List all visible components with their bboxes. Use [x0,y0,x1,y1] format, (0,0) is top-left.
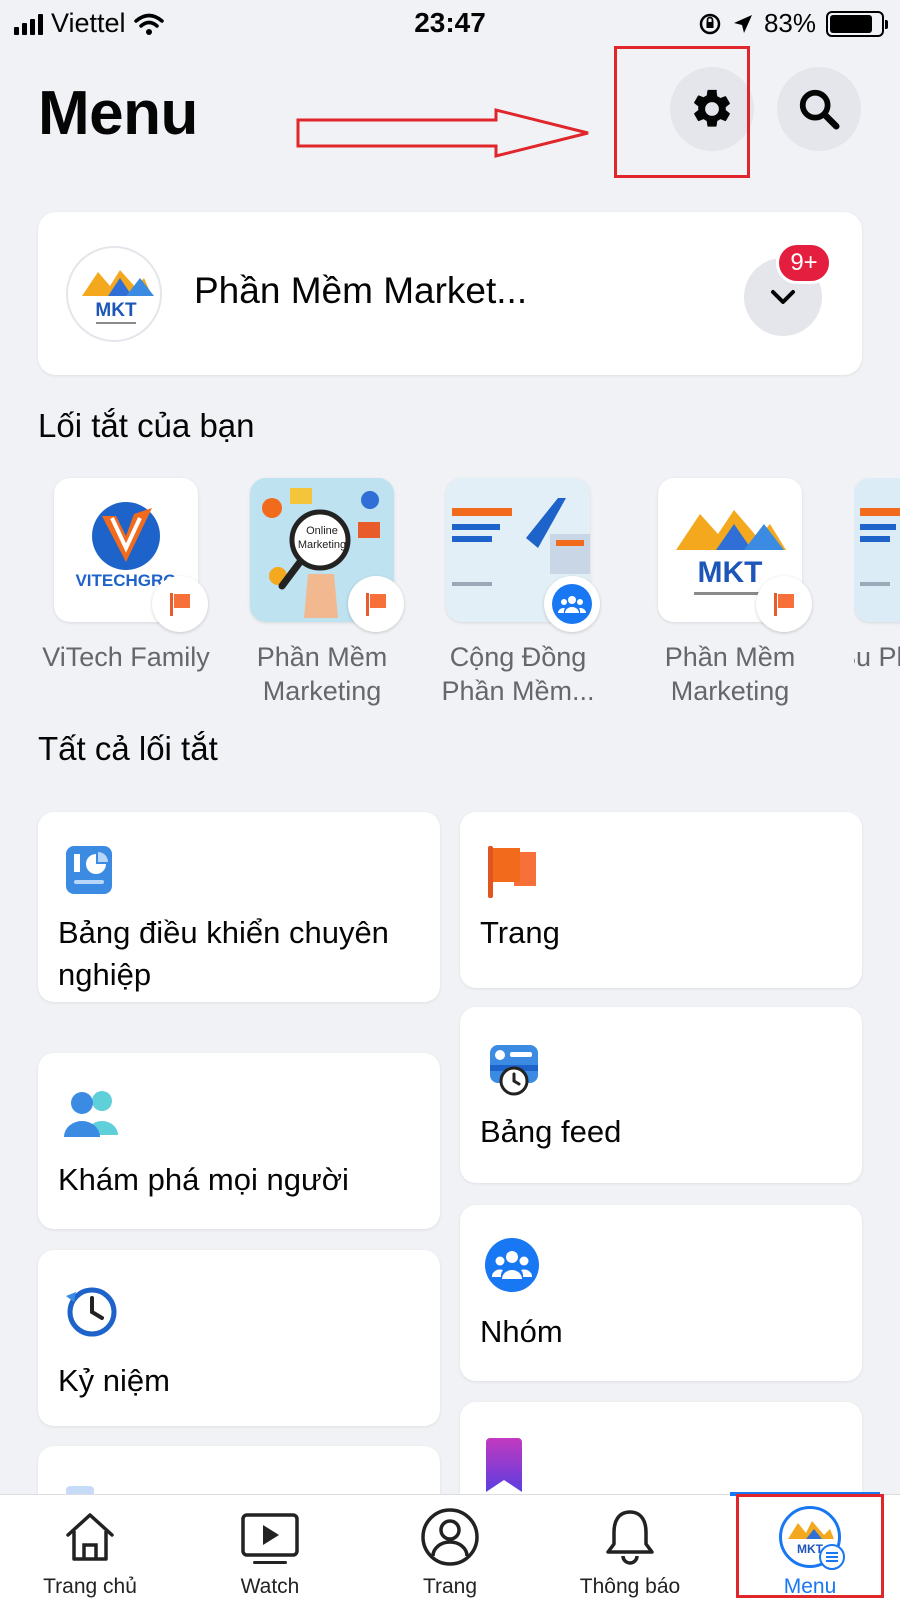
groups-icon [484,1237,540,1293]
card-professional-dashboard[interactable]: Bảng điều khiển chuyên nghiệp [38,812,440,1002]
shortcut-cong-dong[interactable]: Cộng Đồng Phần Mềm... [441,478,600,708]
battery-percent: 83% [763,8,816,38]
shortcut-label: Phần Mềm Marketing [664,642,796,706]
card-pages[interactable]: Trang [460,812,862,988]
tab-home[interactable]: Trang chủ [10,1505,170,1599]
tab-label: Watch [240,1575,300,1598]
card-discover-people[interactable]: Khám phá mọi người [38,1053,440,1229]
avatar[interactable]: MKT [66,246,162,342]
feed-icon [484,1039,540,1096]
menu-tab-highlight-box [736,1494,884,1598]
settings-highlight-box [614,46,750,178]
card-label: Kỷ niệm [58,1363,170,1398]
shortcut-label: Cộng Đồng Phần Mềm... [441,642,595,706]
memories-clock-icon [62,1282,118,1338]
people-icon [62,1087,118,1143]
group-badge [544,576,600,632]
flag-icon [366,593,386,616]
dashboard-icon [62,844,118,900]
shortcut-label: Phần Mềm Marketing [256,642,388,706]
bell-icon [606,1510,654,1565]
svg-text:MKT: MKT [95,300,137,321]
shortcuts-section-title: Lối tắt của bạn [38,407,255,444]
chevron-down-icon [771,290,795,304]
home-icon [66,1513,114,1561]
flag-icon [170,593,190,616]
tab-watch[interactable]: Watch [190,1505,350,1599]
tab-label: Thông báo [579,1575,681,1598]
card-label: Trang [480,915,560,950]
tab-notifications[interactable]: Thông báo [550,1505,710,1599]
tab-label: Trang chủ [43,1575,137,1598]
card-feeds[interactable]: Bảng feed [460,1007,862,1183]
shortcut-partial-clip: Su Phầ [854,478,900,718]
flag-icon [484,844,540,900]
card-label: Khám phá mọi người [58,1162,349,1197]
all-shortcuts-title: Tất cả lối tắt [38,730,218,767]
card-label: Nhóm [480,1314,563,1349]
shortcut-partial-thumbnail[interactable] [854,478,900,622]
flag-icon [774,593,794,616]
profile-name[interactable]: Phần Mềm Market... [194,270,527,312]
shortcut-vitech-family[interactable]: VITECHGRO ViTech Family [42,478,210,674]
annotation-arrow [296,108,589,158]
tab-profile[interactable]: Trang [370,1505,530,1599]
mkt-logo-icon: MKT [82,270,154,324]
card-label: Bảng feed [480,1114,622,1149]
shortcut-label: Su Phầ [854,642,900,672]
location-icon [733,14,752,33]
status-bar: Viettel 23:47 83% [0,0,900,50]
group-icon [558,596,586,613]
shortcut-phan-mem-marketing[interactable]: Online Marketing Phần Mềm Marketing [250,478,404,708]
notification-count-badge: 9+ [776,242,832,284]
page-badge [348,576,404,632]
tile-caption: Online Marketing [297,525,347,551]
search-button[interactable] [777,67,861,151]
search-icon [799,89,840,130]
watch-icon [241,1513,299,1564]
community-banner-icon [860,508,900,586]
tab-label: Trang [422,1575,478,1598]
card-groups[interactable]: Nhóm [460,1205,862,1381]
card-memories[interactable]: Kỷ niệm [38,1250,440,1426]
profile-card[interactable]: MKT Phần Mềm Market... 9+ [38,212,862,375]
card-label: Bảng điều khiển chuyên nghiệp [58,915,389,992]
page-title: Menu [38,79,198,148]
shortcut-label: ViTech Family [42,642,210,672]
shortcut-phan-mem-marketing-2[interactable]: MKT Phần Mềm Marketing [658,478,812,708]
orientation-lock-icon [699,13,721,34]
profile-icon [421,1508,479,1566]
saved-bookmark-icon [484,1436,540,1492]
battery-icon [826,10,888,37]
page-badge [152,576,208,632]
svg-text:MKT: MKT [698,556,763,589]
page-badge [756,576,812,632]
